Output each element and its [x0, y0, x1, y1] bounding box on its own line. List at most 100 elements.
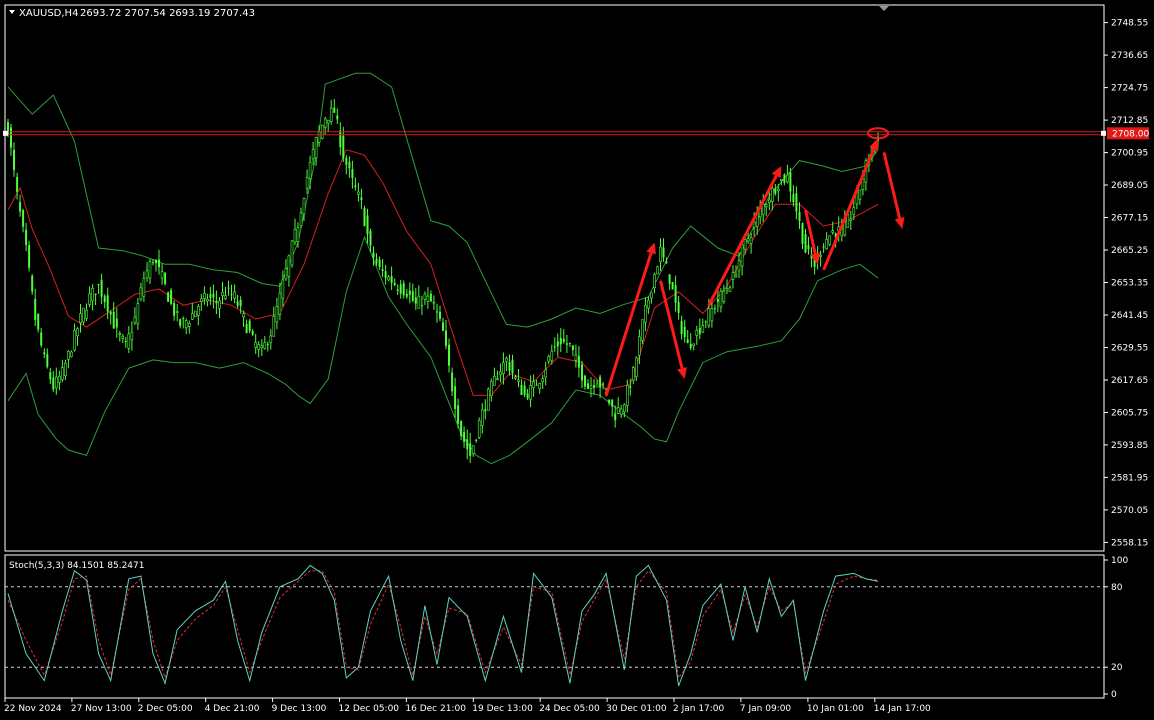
- candle-body-bear: [375, 258, 378, 264]
- stoch-label: Stoch(5,3,3) 84.1501 85.2471: [9, 561, 144, 571]
- candle-body-bull: [650, 292, 653, 299]
- candle-body-bull: [299, 212, 303, 227]
- candle-body-bear: [372, 252, 375, 258]
- candle-body-bear: [40, 332, 43, 346]
- candle-body-bear: [405, 293, 408, 297]
- candle-body-bull: [656, 266, 659, 275]
- candle-body-bear: [801, 223, 804, 244]
- candle-body-bull: [218, 300, 221, 309]
- candle-body-bear: [230, 294, 233, 296]
- candle-body-bull: [432, 301, 436, 304]
- candle-body-bear: [593, 385, 595, 388]
- time-tick-label: 4 Dec 21:00: [205, 704, 260, 714]
- candle-body-bear: [112, 311, 115, 329]
- candle-body-bull: [858, 189, 862, 200]
- candle-body-bull: [175, 310, 179, 313]
- candle-body-bear: [798, 212, 801, 222]
- candle-body-bear: [571, 345, 574, 350]
- candle-body-bear: [460, 421, 463, 437]
- candle-body-bull: [142, 278, 146, 297]
- candle-body-bull: [323, 118, 327, 128]
- time-tick-label: 24 Dec 05:00: [539, 704, 600, 714]
- candle-body-bull: [160, 271, 164, 279]
- candle-body-bull: [819, 255, 822, 257]
- candle-body-bull: [595, 383, 599, 388]
- chart-root: 2748.55 2736.65 2724.75 2712.85 2700.95 2689.…: [0, 0, 1154, 720]
- candle-body-bull: [58, 375, 61, 383]
- candle-body-bear: [236, 301, 239, 306]
- candle-body-bear: [396, 289, 399, 291]
- candle-body-bear: [526, 393, 529, 399]
- price-tick-label: 2677.15: [1111, 214, 1148, 224]
- candle-body-bull: [541, 378, 545, 383]
- candle-body-bear: [248, 320, 251, 331]
- candle-body-bear: [562, 338, 565, 342]
- candle-body-bear: [34, 299, 37, 320]
- candle-body-bear: [698, 328, 701, 335]
- candle-body-bull: [70, 351, 73, 357]
- price-tick-label: 2712.85: [1111, 116, 1148, 126]
- candle-body-bear: [713, 308, 716, 310]
- candle-body-bear: [466, 439, 469, 450]
- candle-body-bull: [242, 313, 245, 318]
- candle-body-bull: [770, 188, 774, 202]
- candle-body-bull: [54, 376, 58, 389]
- candle-body-bear: [25, 229, 28, 245]
- candle-body-bear: [251, 330, 254, 335]
- price-tick-label: 2665.25: [1111, 246, 1148, 256]
- line-handle-right[interactable]: [1101, 130, 1106, 136]
- time-tick-label: 22 Nov 2024: [4, 704, 62, 714]
- candle-body-bear: [100, 279, 103, 297]
- candle-body-bear: [674, 285, 677, 303]
- candle-body-bear: [179, 319, 182, 326]
- candle-body-bull: [767, 199, 771, 203]
- time-tick-label: 27 Nov 13:00: [71, 704, 132, 714]
- candle-body-bear: [686, 339, 689, 344]
- time-tick-label: 12 Dec 05:00: [339, 704, 400, 714]
- candle-body-bull: [779, 179, 783, 182]
- candle-body-bull: [184, 320, 188, 329]
- candle-body-bear: [239, 300, 242, 307]
- stoch-tick-label: 80: [1111, 583, 1123, 593]
- candle-body-bear: [49, 372, 52, 380]
- candle-body-bull: [734, 274, 738, 277]
- candle-body-bull: [329, 107, 333, 122]
- candle-body-bull: [91, 287, 94, 302]
- candle-body-bull: [260, 345, 264, 348]
- candle-body-bull: [145, 270, 149, 279]
- candle-body-bull: [296, 227, 300, 242]
- candle-body-bull: [281, 279, 285, 299]
- candle-body-bull: [776, 188, 780, 192]
- candle-body-bull: [233, 291, 236, 299]
- candle-body-bull: [477, 420, 481, 438]
- candle-body-bull: [532, 381, 535, 388]
- candle-body-bull: [194, 310, 197, 318]
- candle-body-bull: [67, 350, 70, 360]
- candle-body-bull: [197, 306, 200, 316]
- candle-body-bear: [173, 302, 176, 316]
- candle-body-bear: [556, 341, 559, 347]
- candle-body-bear: [795, 193, 798, 212]
- candle-body-bear: [13, 150, 15, 170]
- candle-body-bull: [130, 331, 134, 341]
- candle-body-bull: [489, 381, 493, 396]
- candle-body-bear: [381, 269, 384, 271]
- symbol-label: XAUUSD,H4: [19, 8, 78, 19]
- candle-body-bear: [475, 439, 478, 441]
- candle-body-bull: [480, 409, 484, 426]
- candle-body-bear: [414, 297, 417, 304]
- candle-body-bull: [499, 371, 502, 376]
- candle-body-bull: [631, 367, 635, 381]
- candle-body-bull: [257, 344, 261, 350]
- candle-body-bear: [451, 372, 454, 392]
- candle-body-bull: [139, 287, 143, 300]
- candle-body-bull: [88, 293, 91, 305]
- stoch-tick-label: 20: [1111, 663, 1123, 673]
- candle-body-bull: [263, 342, 267, 349]
- candle-body-bear: [792, 194, 795, 202]
- candle-body-bear: [789, 172, 792, 192]
- candle-body-bear: [783, 174, 786, 183]
- price-tick-label: 2629.55: [1111, 344, 1148, 354]
- line-handle-left[interactable]: [3, 130, 8, 136]
- candle-body-bear: [378, 259, 381, 267]
